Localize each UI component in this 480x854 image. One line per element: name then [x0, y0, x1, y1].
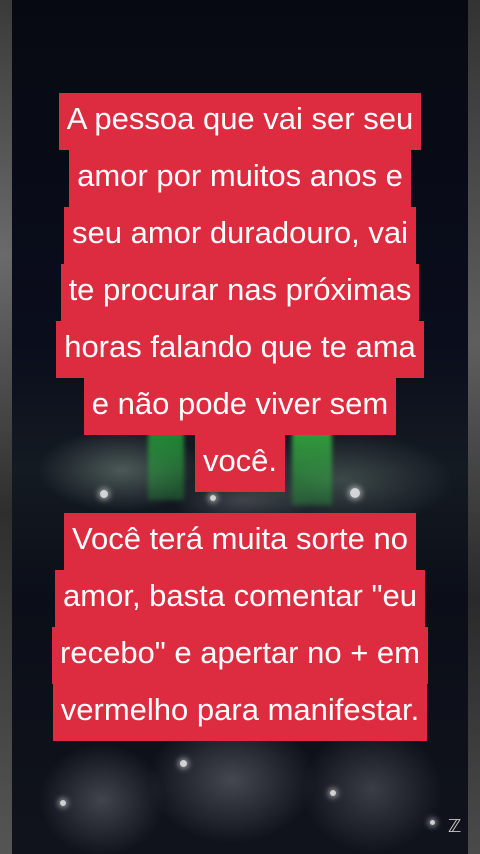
right-border: [468, 0, 480, 854]
caption-line: seu amor duradouro, vai: [63, 207, 417, 264]
caption-bottom: Você terá muita sorte no amor, basta com…: [22, 513, 458, 741]
caption-top: A pessoa que vai ser seu amor por muitos…: [22, 93, 458, 492]
caption-line: amor, basta comentar "eu: [55, 570, 425, 627]
firework-spark: [60, 800, 66, 806]
watermark-logo: ℤ: [448, 816, 462, 837]
firework-spark: [180, 760, 187, 767]
caption-line: te procurar nas próximas: [60, 264, 420, 321]
video-frame: A pessoa que vai ser seu amor por muitos…: [0, 0, 480, 854]
caption-line: você.: [194, 435, 286, 492]
caption-line: Você terá muita sorte no: [63, 513, 417, 570]
left-border: [0, 0, 12, 854]
caption-line: vermelho para manifestar.: [52, 684, 428, 741]
firework-spark: [430, 820, 435, 825]
caption-line: amor por muitos anos e: [69, 150, 411, 207]
caption-line: A pessoa que vai ser seu: [58, 93, 422, 150]
caption-line: recebo" e apertar no + em: [52, 627, 428, 684]
firework-spark: [330, 790, 336, 796]
caption-line: e não pode viver sem: [83, 378, 397, 435]
caption-line: horas falando que te ama: [56, 321, 424, 378]
firework-spark: [210, 495, 216, 501]
